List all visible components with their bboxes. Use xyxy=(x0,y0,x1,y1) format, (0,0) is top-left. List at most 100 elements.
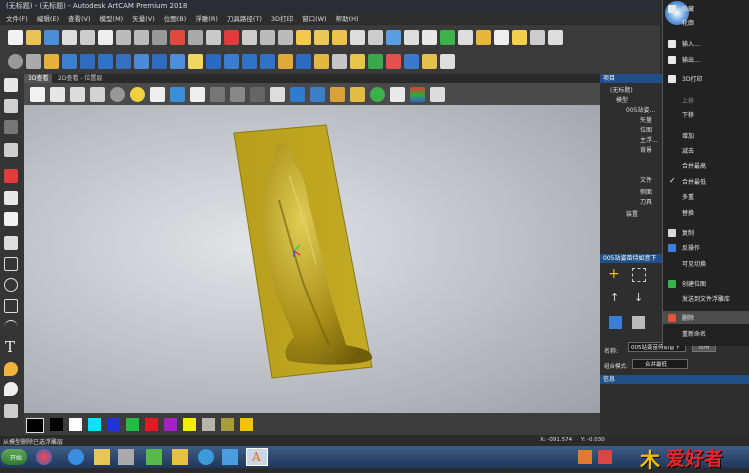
menu-bitmap[interactable]: 位图(B) xyxy=(164,13,187,23)
view-front-icon[interactable] xyxy=(70,86,85,102)
green-group-icon[interactable] xyxy=(440,29,455,45)
relief-icon-11[interactable] xyxy=(224,54,239,69)
tab-2d-view[interactable]: 2D查看 - 位置层 xyxy=(54,74,106,83)
material-view-icon[interactable] xyxy=(350,86,365,102)
move-down-icon[interactable]: ↓ xyxy=(634,291,643,304)
arc-icon[interactable] xyxy=(4,236,18,250)
bend-icon[interactable] xyxy=(548,29,563,45)
tree-item-main-relief[interactable]: 主浮... xyxy=(640,135,658,144)
rectangle-icon[interactable] xyxy=(4,257,18,271)
shade-icon[interactable] xyxy=(230,86,245,102)
eraser-icon[interactable] xyxy=(4,191,18,205)
relief-fill-icon[interactable] xyxy=(386,29,401,45)
redo-icon[interactable] xyxy=(134,29,149,45)
relief-remove-icon[interactable] xyxy=(386,54,401,69)
new-file-icon[interactable] xyxy=(8,29,23,45)
menu-edit[interactable]: 编辑(E) xyxy=(37,13,59,23)
view-icon[interactable] xyxy=(26,54,41,69)
relief-icon-23[interactable] xyxy=(440,54,455,69)
relief-icon-7[interactable] xyxy=(152,54,167,69)
color-swatch-cyan[interactable] xyxy=(88,418,101,431)
boundary-icon[interactable] xyxy=(404,29,419,45)
select-arrow-icon[interactable] xyxy=(4,78,18,92)
combine-mode-select[interactable]: 合并最低 xyxy=(632,359,688,369)
menu-window[interactable]: 窗口(W) xyxy=(302,13,327,23)
relief-icon-16[interactable] xyxy=(314,54,329,69)
relief-icon-3[interactable] xyxy=(80,54,95,69)
color-swatch-gold[interactable] xyxy=(240,418,253,431)
relief-icon-1[interactable] xyxy=(44,54,59,69)
ctx-add[interactable]: 增加 xyxy=(663,129,749,142)
light-icon[interactable] xyxy=(130,86,145,102)
paint-view-icon[interactable] xyxy=(390,86,405,102)
relief-add-icon[interactable] xyxy=(368,54,383,69)
bitmap-tool-icon[interactable] xyxy=(512,29,527,45)
ctx-merge-low[interactable]: ✓ 合并最低 xyxy=(663,175,749,188)
media-icon[interactable] xyxy=(118,449,134,465)
menu-model[interactable]: 模型(M) xyxy=(100,13,124,23)
drop-icon[interactable] xyxy=(4,382,18,396)
cut-icon[interactable] xyxy=(62,29,77,45)
relief-icon-8[interactable] xyxy=(170,54,185,69)
undo-icon[interactable] xyxy=(116,29,131,45)
ctx-copy[interactable]: 复制 xyxy=(663,226,749,239)
tree-item-relief[interactable]: 005站姿... xyxy=(626,105,655,114)
extra-view-icon[interactable] xyxy=(430,86,445,102)
3d-viewport[interactable] xyxy=(24,105,600,413)
menu-vector[interactable]: 矢量(V) xyxy=(132,13,155,23)
view-right-icon[interactable] xyxy=(90,86,105,102)
ctx-outline[interactable]: 轮廓 xyxy=(663,16,749,29)
cloud-app-icon[interactable] xyxy=(198,449,214,465)
relief-icon-2[interactable] xyxy=(62,54,77,69)
ctx-move-up[interactable]: 上移 xyxy=(663,94,749,107)
ctx-rename[interactable]: 重新命名 xyxy=(663,327,749,340)
plane-app-icon[interactable] xyxy=(222,449,238,465)
relief-icon-14[interactable] xyxy=(278,54,293,69)
color-swatch-olive[interactable] xyxy=(221,418,234,431)
axis-icon[interactable] xyxy=(170,86,185,102)
move-up-icon[interactable]: ↑ xyxy=(610,291,619,304)
color-swatch-purple[interactable] xyxy=(164,418,177,431)
color-swatch-gray[interactable] xyxy=(202,418,215,431)
tree-item-setup[interactable]: 装置 xyxy=(626,209,638,218)
menu-3d-print[interactable]: 3D打印 xyxy=(271,13,293,23)
star-icon[interactable] xyxy=(260,29,275,45)
tree-item-side[interactable]: 侧面 xyxy=(640,187,652,196)
shape-icon[interactable] xyxy=(242,29,257,45)
dots-icon[interactable] xyxy=(494,29,509,45)
ctx-create-bitmap[interactable]: 创建位图 xyxy=(663,277,749,290)
relief-icon-10[interactable] xyxy=(206,54,221,69)
ctx-delete[interactable]: 删除 xyxy=(663,311,749,324)
color-icon[interactable] xyxy=(170,29,185,45)
curve-fit-icon[interactable] xyxy=(224,29,239,45)
view-top-icon[interactable] xyxy=(50,86,65,102)
gold-view-icon[interactable] xyxy=(330,86,345,102)
relief-icon-4[interactable] xyxy=(98,54,113,69)
tree-item-tools[interactable]: 刀具 xyxy=(640,197,652,206)
zoom-view-icon[interactable] xyxy=(110,86,125,102)
yellow-shape-icon[interactable] xyxy=(476,29,491,45)
text-icon[interactable]: T xyxy=(5,338,15,356)
menu-toolpaths[interactable]: 刀具路径(T) xyxy=(227,13,262,23)
grid-icon[interactable] xyxy=(4,143,18,157)
relief-icon-5[interactable] xyxy=(116,54,131,69)
open-folder-icon[interactable] xyxy=(26,29,41,45)
tree-item-root[interactable]: (无标题) xyxy=(610,85,633,94)
tree-item-bitmap[interactable]: 位图 xyxy=(640,125,652,134)
frame-icon[interactable] xyxy=(152,29,167,45)
color-swatch-current[interactable] xyxy=(26,418,44,433)
tree-item-background[interactable]: 背景 xyxy=(640,145,652,154)
start-button[interactable]: 开始 xyxy=(1,449,27,465)
ctx-invert[interactable]: 反操作 xyxy=(663,241,749,254)
ctx-subtract[interactable]: 减去 xyxy=(663,144,749,157)
ctx-toggle-visible[interactable]: 可见切换 xyxy=(663,257,749,270)
ctx-merge-high[interactable]: 合并最高 xyxy=(663,159,749,172)
tree-item-model[interactable]: 模型 xyxy=(616,95,628,104)
tray-icon-2[interactable] xyxy=(598,450,612,464)
relief-icon-21[interactable] xyxy=(404,54,419,69)
grid-snap-icon[interactable] xyxy=(278,29,293,45)
green-ball-icon[interactable] xyxy=(370,86,385,102)
path-icon[interactable] xyxy=(530,29,545,45)
windows-orb-icon[interactable] xyxy=(36,449,52,465)
paste-icon[interactable] xyxy=(98,29,113,45)
